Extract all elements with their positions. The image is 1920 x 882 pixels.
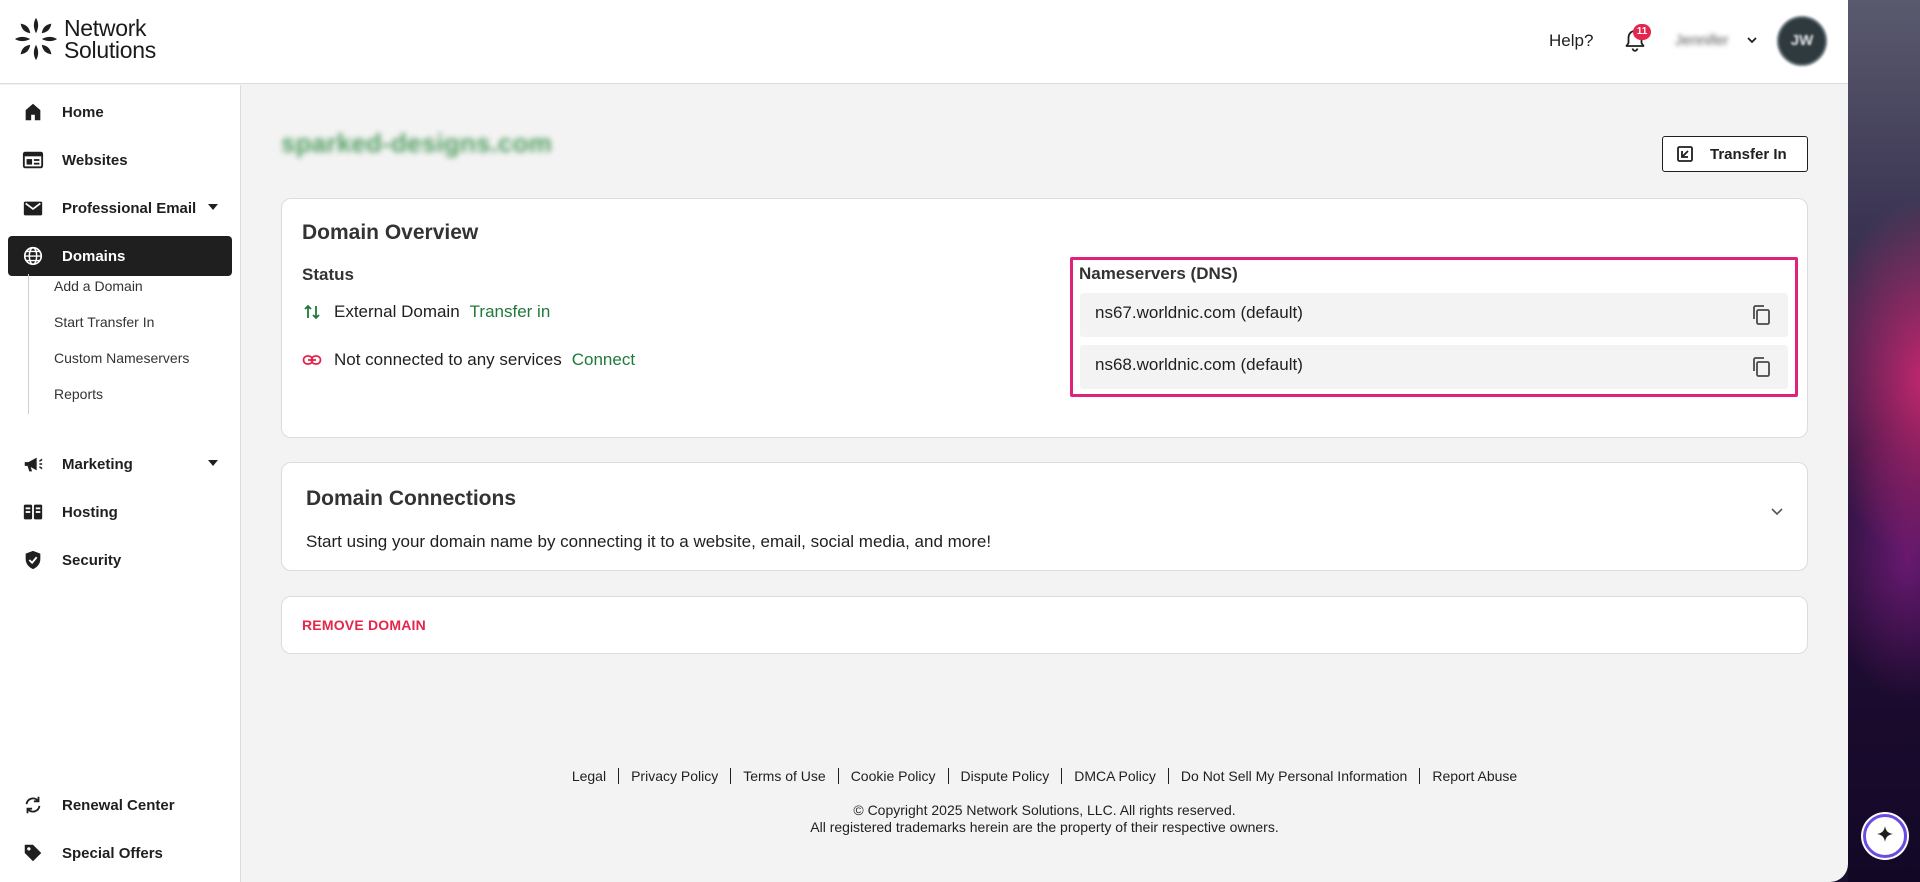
sidebar-item-hosting[interactable]: Hosting [8, 492, 232, 532]
brand-line2: Solutions [64, 37, 156, 63]
help-link[interactable]: Help? [1549, 31, 1593, 51]
sparkle-icon [1877, 826, 1893, 842]
server-icon [22, 501, 44, 523]
transfer-in-button[interactable]: Transfer In [1662, 136, 1808, 172]
footer-link-dispute-policy[interactable]: Dispute Policy [949, 768, 1063, 784]
background-decoration [1848, 0, 1920, 882]
sidebar-item-label: Professional Email [62, 199, 197, 217]
nameserver-row: ns67.worldnic.com (default) [1080, 293, 1788, 337]
footer-link-cookie-policy[interactable]: Cookie Policy [839, 768, 949, 784]
nameserver-value: ns68.worldnic.com (default) [1095, 355, 1303, 374]
footer-link-dmca-policy[interactable]: DMCA Policy [1062, 768, 1169, 784]
sidebar-item-renewal-center[interactable]: Renewal Center [8, 785, 232, 825]
sidebar-item-label: Domains [62, 247, 126, 265]
subnav-add-domain[interactable]: Add a Domain [54, 278, 143, 294]
chevron-down-icon[interactable] [1769, 503, 1785, 519]
home-icon [22, 101, 44, 123]
subnav-reports[interactable]: Reports [54, 386, 103, 402]
transfer-icon [1677, 146, 1693, 162]
notification-badge: 11 [1633, 24, 1651, 40]
megaphone-icon [22, 453, 44, 475]
nameserver-row: ns68.worldnic.com (default) [1080, 345, 1788, 389]
sidebar-item-marketing[interactable]: Marketing [8, 444, 232, 484]
transfer-in-link[interactable]: Transfer in [470, 302, 551, 322]
not-connected-text: Not connected to any services [334, 350, 562, 369]
ai-assistant-button[interactable] [1863, 814, 1907, 858]
copy-icon[interactable] [1750, 304, 1772, 326]
globe-icon [22, 245, 44, 267]
sidebar-item-label: Home [62, 103, 104, 121]
domain-connections-card[interactable]: Domain Connections Start using your doma… [281, 462, 1808, 571]
domain-connections-description: Start using your domain name by connecti… [306, 532, 992, 551]
caret-down-icon[interactable] [208, 460, 218, 466]
remove-domain-card: REMOVE DOMAIN [281, 596, 1808, 654]
trademark-line: All registered trademarks herein are the… [810, 819, 1279, 835]
copyright-line: © Copyright 2025 Network Solutions, LLC.… [853, 802, 1236, 818]
sidebar-item-label: Security [62, 551, 122, 569]
sidebar-item-home[interactable]: Home [8, 92, 232, 132]
network-solutions-logo-icon [14, 17, 58, 61]
domain-overview-card: Domain Overview Status External Domain T… [281, 198, 1808, 438]
connect-link[interactable]: Connect [572, 350, 635, 370]
top-header: Network Solutions Help? 11 Jennifer JW [0, 0, 1848, 84]
sidebar-item-label: Special Offers [62, 844, 163, 862]
sidebar-item-professional-email[interactable]: Professional Email [8, 188, 232, 228]
caret-down-icon[interactable] [208, 204, 218, 210]
website-icon [22, 149, 44, 171]
status-external-domain: External Domain Transfer in [302, 302, 550, 322]
footer-link-legal[interactable]: Legal [560, 768, 620, 784]
external-domain-text: External Domain [334, 302, 460, 321]
link-icon [302, 355, 322, 365]
avatar[interactable]: JW [1777, 16, 1827, 66]
domains-subnav: Add a Domain Start Transfer In Custom Na… [28, 274, 228, 414]
domain-overview-title: Domain Overview [302, 221, 479, 244]
brand-logo[interactable]: Network Solutions [13, 16, 156, 62]
footer-links: Legal Privacy Policy Terms of Use Cookie… [241, 768, 1848, 784]
copyright: © Copyright 2025 Network Solutions, LLC.… [241, 802, 1848, 836]
nameserver-value: ns67.worldnic.com (default) [1095, 303, 1303, 322]
brand-line1: Network [64, 15, 147, 41]
sidebar: Home Websites Professional Email Domains… [0, 85, 241, 882]
sidebar-item-label: Renewal Center [62, 796, 175, 814]
nameservers-title: Nameservers (DNS) [1079, 264, 1238, 283]
transfer-in-label: Transfer In [1710, 145, 1787, 163]
app-window: Network Solutions Help? 11 Jennifer JW H… [0, 0, 1848, 882]
subnav-start-transfer-in[interactable]: Start Transfer In [54, 314, 154, 330]
transfer-arrows-icon [304, 304, 320, 320]
remove-domain-button[interactable]: REMOVE DOMAIN [302, 617, 426, 633]
sidebar-item-special-offers[interactable]: Special Offers [8, 833, 232, 873]
user-name[interactable]: Jennifer [1675, 32, 1728, 49]
sidebar-item-label: Marketing [62, 455, 133, 473]
sidebar-item-label: Websites [62, 151, 128, 169]
status-connection: Not connected to any services Connect [302, 350, 635, 370]
brand-wordmark: Network Solutions [64, 15, 156, 63]
nameservers-panel: Nameservers (DNS) ns67.worldnic.com (def… [1070, 257, 1798, 397]
footer-link-do-not-sell[interactable]: Do Not Sell My Personal Information [1169, 768, 1421, 784]
sidebar-item-domains[interactable]: Domains [8, 236, 232, 276]
tag-icon [22, 842, 44, 864]
page-title: sparked-designs.com [281, 128, 553, 158]
sidebar-item-security[interactable]: Security [8, 540, 232, 580]
footer-link-privacy-policy[interactable]: Privacy Policy [619, 768, 732, 784]
domain-connections-title: Domain Connections [306, 487, 517, 510]
footer-link-report-abuse[interactable]: Report Abuse [1420, 768, 1529, 784]
subnav-custom-nameservers[interactable]: Custom Nameservers [54, 350, 189, 366]
renew-icon [22, 794, 44, 816]
chevron-down-icon[interactable] [1745, 33, 1759, 47]
sidebar-item-websites[interactable]: Websites [8, 140, 232, 180]
mail-icon [22, 197, 44, 219]
copy-icon[interactable] [1750, 356, 1772, 378]
shield-icon [22, 549, 44, 571]
footer-link-terms-of-use[interactable]: Terms of Use [731, 768, 839, 784]
sidebar-item-label: Hosting [62, 503, 118, 521]
status-label: Status [302, 265, 354, 284]
